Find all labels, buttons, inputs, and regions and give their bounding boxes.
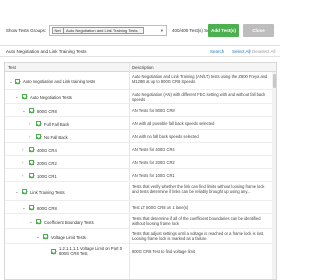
vertical-scrollbar[interactable] [272,72,276,279]
checkbox-icon[interactable] [36,134,41,139]
chevron-right-icon[interactable]: › [22,160,24,165]
tree-row[interactable]: ⌄ Auto Negotiation Tests Auto Negotiatio… [5,90,274,104]
toolbar: Show Tests Groups: Net Auto Negotiation … [0,0,280,46]
tree-row[interactable]: ⌄ 800G CR8 AN Tests for 800G CR8 [5,104,274,117]
chevron-right-icon[interactable]: › [29,121,31,126]
chevron-down-icon[interactable]: ⌄ [9,79,13,84]
tree-row-description: AN Tests for 400G CR4 [132,147,175,152]
tree-row-label: Coefficient Boundary Tests [44,219,94,225]
checkbox-icon[interactable] [36,219,41,224]
tree-row-label: 400G CR4 [37,147,57,153]
tree-row-description: AN Tests for 100G CR1 [132,173,175,178]
chevron-down-icon[interactable]: ⌄ [29,219,33,224]
checkbox-icon[interactable] [15,79,20,84]
close-button[interactable]: Close [243,24,274,37]
tree-row[interactable]: › 100G CR1 AN Tests for 100G CR1 [5,169,274,182]
tree-row-label: Link Training Tests [30,189,65,195]
suite-header: Auto Negotiation and Link Training Tests… [0,46,280,57]
tree-row-description: 800G CR8 Test to find voltage limit [132,249,195,254]
tree-row-description: Auto Negotiation and Link Training (AN/L… [132,74,268,85]
tree-row-label: 800G CR8 [37,108,57,114]
search-link[interactable]: Search [210,49,224,54]
select-all-link[interactable]: Select All [232,49,251,54]
chevron-down-icon[interactable]: ⌄ [15,189,19,194]
tree-row[interactable]: ⌄ Coefficient Boundary Tests Tests that … [5,214,274,229]
tree-row-label: Full Fall Back [44,121,70,127]
tree-row-description: Tests that determine if all of the coeff… [132,216,261,227]
add-tests-button[interactable]: Add Test(s) [208,24,239,37]
tree-row[interactable]: 1.2.1.1.1.1 Voltage Limit on Port 0 800G… [5,244,274,259]
tree-row[interactable]: › 400G CR4 AN Tests for 400G CR4 [5,143,274,156]
tree-row-label: Auto negotiation and Link training tests [23,79,96,84]
tree-row[interactable]: ⌄ 800G CR8 Test LT 800G CR8 on 1 lane(s) [5,201,274,214]
chevron-down-icon[interactable]: ▾ [161,27,163,34]
tree-row-label: 1.2.1.1.1.1 Voltage Limit on Port 0 800G… [59,246,123,256]
tree-row-description: AN with all possible fall back speeds se… [132,121,215,126]
checkbox-icon[interactable] [29,173,34,178]
chevron-down-icon[interactable]: ⌄ [15,94,19,99]
deselect-all-link[interactable]: Deselect All [252,49,276,54]
test-group-filter-input[interactable]: Net Auto Negotiation and Link Training T… [49,24,167,36]
checkbox-icon[interactable] [22,189,27,194]
chevron-right-icon[interactable]: › [29,134,31,139]
tree-row-description: AN Tests for 800G CR8 [132,108,175,113]
tree-row[interactable]: ⌄ Auto negotiation and Link training tes… [5,73,274,90]
chevron-right-icon[interactable]: › [22,173,24,178]
chevron-down-icon[interactable]: ⌄ [22,205,26,210]
show-test-groups-label: Show Tests Groups: [6,28,47,33]
tree-row-description: AN Tests for 200G CR2 [132,160,175,165]
checkbox-icon[interactable] [29,108,34,113]
tree-row[interactable]: ⌄ Link Training Tests Tests that verify … [5,182,274,201]
tree-row-description: Auto Negotiation (AN) with different FEC… [132,91,266,102]
suite-title: Auto Negotiation and Link Training Tests [6,49,87,54]
chevron-down-icon[interactable]: ⌄ [22,108,26,113]
tree-row-description: Tests that verify whether the link can f… [132,183,265,194]
tree-row-description: Test LT 800G CR8 on 1 lane(s) [132,205,189,210]
tree-row[interactable]: › No Fall Back AN with no fall back spee… [5,130,274,143]
checkbox-icon[interactable] [22,94,27,99]
tree-row[interactable]: › Full Fall Back AN with all possible fa… [5,117,274,130]
tree-row-label: No Fall Back [44,134,68,140]
checkbox-icon[interactable] [36,121,41,126]
tree-row-label: 800G CR8 [37,205,57,211]
net-filter-chip[interactable]: Net [51,27,64,34]
tree-row-description: Tests that adjust settings until a volta… [132,231,265,242]
tree-row[interactable]: › 200G CR2 AN Tests for 200G CR2 [5,156,274,169]
scrollbar-thumb[interactable] [272,74,276,88]
checkbox-icon[interactable] [29,205,34,210]
checkbox-icon[interactable] [29,147,34,152]
tree-row[interactable]: ⌄ Voltage Limit Tests Tests that adjust … [5,229,274,244]
group-filter-chip[interactable]: Auto Negotiation and Link Training Tests [63,27,144,34]
tree-row-label: Voltage Limit Tests [51,234,86,240]
checkbox-icon[interactable] [51,249,56,254]
chevron-right-icon[interactable]: › [22,147,24,152]
checkbox-icon[interactable] [29,160,34,165]
checkbox-icon[interactable] [43,234,48,239]
column-header-test[interactable]: Test [8,65,16,70]
chevron-down-icon[interactable]: ⌄ [36,234,40,239]
tree-row-description: AN with no fall back speeds selected [132,134,199,139]
tree-row-label: 100G CR1 [37,173,57,179]
column-header-description[interactable]: Description [132,65,154,70]
test-tree-grid: Test Description ⌄ Auto negotiation and … [4,62,277,280]
grid-header: Test Description [5,63,276,72]
tree-row-label: 200G CR2 [37,160,57,166]
link-separator: | [249,49,251,54]
tree-row-label: Auto Negotiation Tests [30,94,72,100]
